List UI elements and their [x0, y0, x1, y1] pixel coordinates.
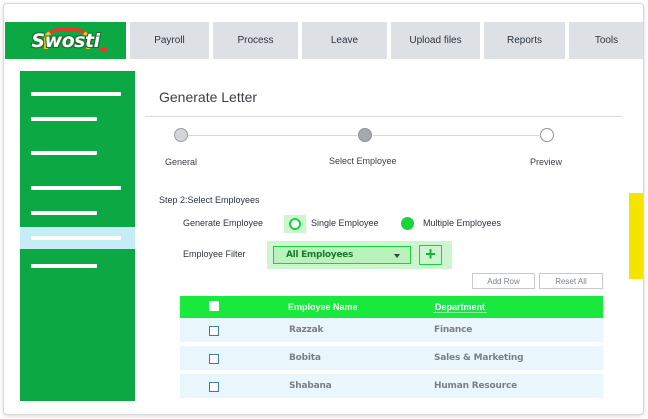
reset-all-button[interactable]: Reset All	[539, 273, 603, 289]
generate-employee-label: Generate Employee	[183, 218, 264, 228]
radio-multiple-employees[interactable]	[401, 217, 414, 230]
employee-filter-group: All Employees +	[267, 241, 452, 269]
step-general-dot[interactable]	[174, 128, 188, 142]
sidebar	[20, 71, 135, 401]
radio-multiple-employees-label[interactable]: Multiple Employees	[423, 218, 501, 228]
tab-leave[interactable]: Leave	[302, 22, 387, 59]
radio-single-employee-label[interactable]: Single Employee	[311, 218, 379, 228]
table-row[interactable]: Razzak Finance	[180, 318, 603, 343]
logo-tag-icon	[99, 47, 107, 52]
employee-filter-label: Employee Filter	[183, 249, 246, 259]
step-general-label: General	[165, 157, 198, 167]
sidebar-item-1[interactable]	[20, 83, 135, 105]
employee-name-cell: Bobita	[289, 353, 321, 363]
employee-name-cell: Shabana	[289, 381, 332, 391]
page-title: Generate Letter	[159, 89, 258, 105]
employee-name-cell: Razzak	[289, 325, 324, 335]
tab-upload-files[interactable]: Upload files	[391, 22, 480, 59]
title-divider	[145, 116, 622, 117]
top-strip	[4, 4, 643, 22]
radio-single-employee[interactable]	[284, 215, 306, 233]
sidebar-item-placeholder	[31, 151, 97, 155]
sidebar-item-placeholder	[31, 92, 121, 96]
table-header: Employee Name Department	[180, 296, 603, 318]
caret-down-icon	[394, 254, 400, 258]
tab-tools[interactable]: Tools	[569, 22, 643, 59]
table-row[interactable]: Shabana Human Resource	[180, 374, 603, 399]
sidebar-item-placeholder	[31, 211, 97, 215]
logo-text: Swosti	[31, 29, 100, 52]
sidebar-item-4[interactable]	[20, 177, 135, 199]
employee-filter-select[interactable]: All Employees	[273, 246, 411, 264]
app-window: Swosti Payroll Process Leave Upload file…	[3, 3, 644, 415]
step-preview-dot[interactable]	[540, 128, 554, 142]
department-cell: Sales & Marketing	[434, 353, 524, 363]
sidebar-item-placeholder	[31, 236, 121, 240]
select-all-checkbox[interactable]	[209, 301, 219, 311]
table-row[interactable]: Bobita Sales & Marketing	[180, 346, 603, 371]
sidebar-item-5[interactable]	[20, 202, 135, 224]
column-department[interactable]: Department	[433, 302, 488, 313]
stepper-connector	[373, 135, 539, 136]
section-heading: Step 2:Select Employees	[159, 195, 260, 205]
row-checkbox[interactable]	[209, 326, 219, 336]
sidebar-item-placeholder	[31, 186, 121, 190]
plus-icon: +	[425, 244, 436, 264]
stepper-connector	[187, 135, 357, 136]
sidebar-item-7[interactable]	[20, 255, 135, 277]
add-filter-button[interactable]: +	[419, 245, 442, 265]
department-cell: Human Resource	[434, 381, 517, 391]
sidebar-item-3[interactable]	[20, 142, 135, 164]
employee-filter-value: All Employees	[286, 250, 354, 260]
row-checkbox[interactable]	[209, 354, 219, 364]
tab-process[interactable]: Process	[213, 22, 298, 59]
step-select-employee-label: Select Employee	[329, 156, 397, 166]
step-select-employee-dot[interactable]	[358, 128, 372, 142]
department-cell: Finance	[434, 325, 473, 335]
step-preview-label: Preview	[530, 157, 563, 167]
radio-unchecked-icon	[289, 218, 301, 230]
tab-reports[interactable]: Reports	[484, 22, 565, 59]
sidebar-item-placeholder	[31, 264, 97, 268]
main-nav: Payroll Process Leave Upload files Repor…	[130, 22, 643, 59]
column-employee-name[interactable]: Employee Name	[288, 302, 358, 312]
scrollbar-thumb[interactable]	[629, 193, 643, 279]
sidebar-item-2[interactable]	[20, 108, 135, 130]
logo[interactable]: Swosti	[5, 22, 126, 59]
sidebar-item-placeholder	[31, 117, 97, 121]
row-checkbox[interactable]	[209, 382, 219, 392]
sidebar-item-6-active[interactable]	[20, 227, 135, 249]
add-row-button[interactable]: Add Row	[472, 273, 535, 289]
tab-payroll[interactable]: Payroll	[130, 22, 209, 59]
